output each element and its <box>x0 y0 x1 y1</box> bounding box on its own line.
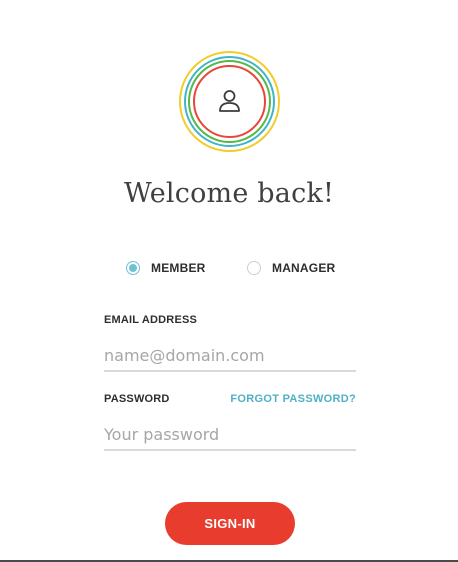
email-field[interactable] <box>104 340 356 372</box>
user-icon <box>219 90 240 112</box>
page-title: Welcome back! <box>123 178 335 209</box>
member-radio[interactable]: MEMBER <box>126 259 206 277</box>
member-radio-indicator[interactable] <box>126 261 140 275</box>
password-field[interactable] <box>104 419 356 451</box>
logo <box>179 51 280 152</box>
manager-radio[interactable]: MANAGER <box>247 259 335 277</box>
manager-radio-indicator[interactable] <box>247 261 261 275</box>
member-radio-label[interactable]: MEMBER <box>151 261 206 275</box>
manager-radio-label[interactable]: MANAGER <box>272 261 335 275</box>
role-radio-group: MEMBER MANAGER <box>0 259 458 277</box>
logo-rings <box>179 51 280 152</box>
sign-in-button[interactable]: SIGN-IN <box>165 502 295 545</box>
forgot-password-link[interactable]: FORGOT PASSWORD? <box>230 393 356 405</box>
password-label: PASSWORD <box>104 393 170 405</box>
email-label: EMAIL ADDRESS <box>104 314 198 326</box>
